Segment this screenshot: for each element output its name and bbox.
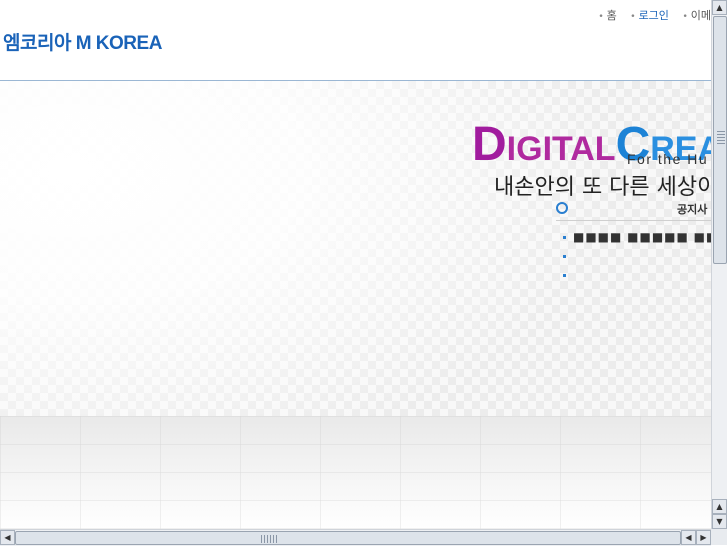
list-item[interactable]	[563, 247, 711, 266]
right-arrow-icon[interactable]: ▶	[696, 530, 711, 545]
divider	[556, 220, 711, 221]
floor-grid	[0, 416, 711, 529]
site-header: 엠코리아 M KOREA • 홈 • 로그인 • 이메	[0, 0, 711, 81]
horizontal-scroll-thumb[interactable]	[15, 531, 681, 545]
bullet-icon: •	[682, 12, 688, 22]
main-banner: DIGITALCREA For the Hu 내손안의 또 다른 세상이 공지사…	[0, 81, 711, 529]
down-arrow-icon[interactable]: ▼	[712, 514, 727, 529]
notice-circle-icon	[556, 202, 568, 214]
nav-login[interactable]: • 로그인	[630, 9, 669, 22]
site-logo[interactable]: 엠코리아 M KOREA	[3, 28, 162, 55]
bullet-icon: •	[598, 12, 604, 22]
left-arrow-icon[interactable]: ◀	[0, 530, 15, 545]
list-item[interactable]: ■■■■ ■■■■■ ■■	[563, 228, 711, 247]
tagline-english: For the Hu	[627, 151, 709, 167]
scrollbar-corner	[711, 529, 727, 545]
vertical-scrollbar[interactable]: ▲ ▲ ▼	[711, 0, 727, 529]
vertical-scroll-thumb[interactable]	[713, 16, 727, 264]
top-nav: • 홈 • 로그인 • 이메	[588, 7, 711, 23]
list-item[interactable]	[563, 266, 711, 285]
grip-icon	[717, 131, 725, 145]
nav-email[interactable]: • 이메	[682, 9, 711, 22]
grip-icon	[261, 535, 277, 543]
notice-box: 공지사 ■■■■ ■■■■■ ■■	[556, 198, 711, 288]
notice-title[interactable]: 공지사	[677, 201, 707, 217]
bullet-icon: •	[630, 12, 636, 22]
down-arrow-icon[interactable]: ▲	[712, 499, 727, 514]
notice-list: ■■■■ ■■■■■ ■■	[563, 228, 711, 285]
nav-home[interactable]: • 홈	[598, 9, 616, 22]
up-arrow-icon[interactable]: ▲	[712, 0, 727, 15]
left-arrow-icon[interactable]: ◀	[681, 530, 696, 545]
tagline-korean: 내손안의 또 다른 세상이	[494, 175, 711, 200]
horizontal-scrollbar[interactable]: ◀ ◀ ▶	[0, 529, 711, 546]
